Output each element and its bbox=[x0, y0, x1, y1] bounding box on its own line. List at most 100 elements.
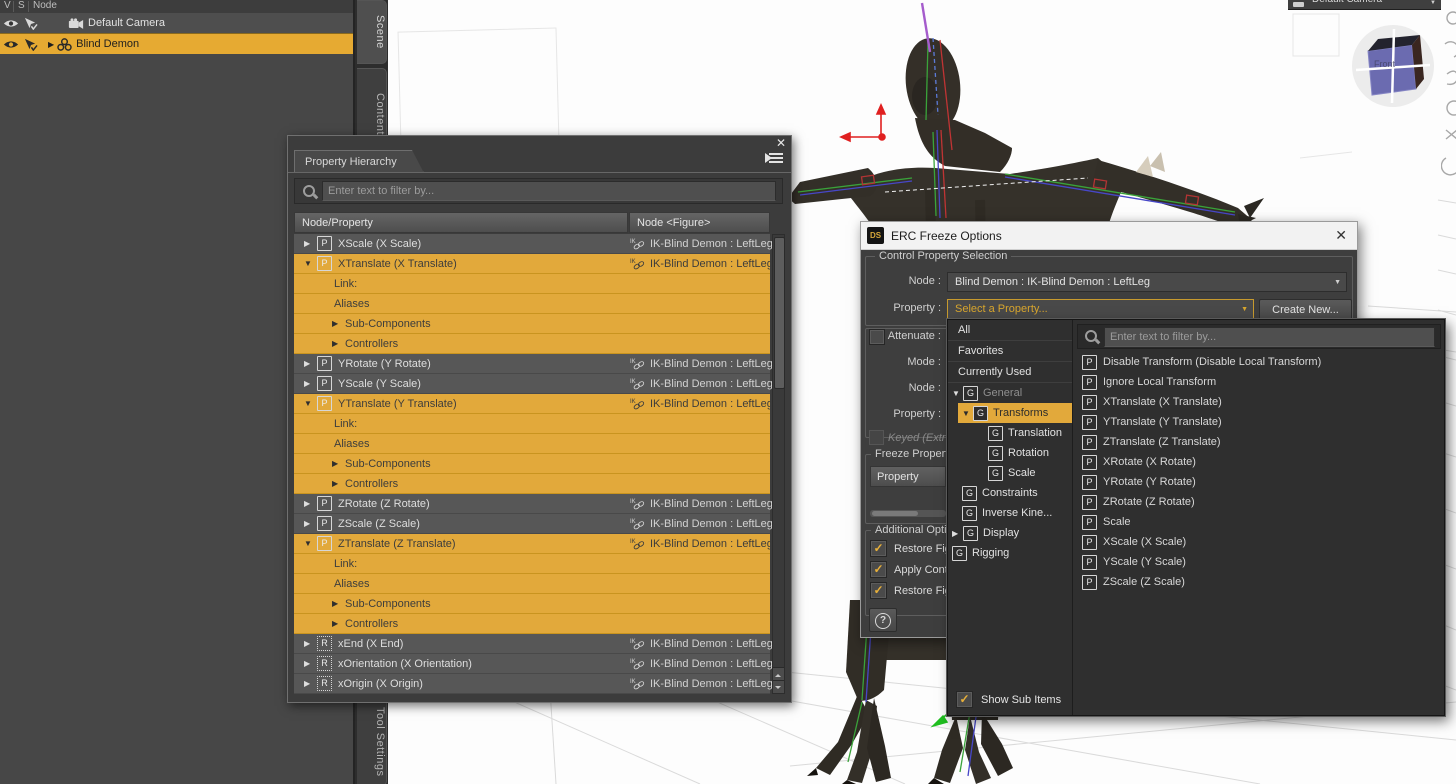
tree-row[interactable]: ▶ Sub-Components IK bbox=[294, 594, 770, 614]
scene-node-default-camera[interactable]: Default Camera bbox=[0, 13, 353, 33]
expander-icon[interactable]: ▶ bbox=[332, 479, 343, 488]
expander-icon[interactable]: ▶ bbox=[332, 619, 343, 628]
show-sub-items-option[interactable]: Show Sub Items bbox=[956, 691, 1061, 708]
property-list-item[interactable]: P XTranslate (X Translate) bbox=[1074, 392, 1446, 412]
close-icon[interactable]: ✕ bbox=[776, 136, 786, 150]
property-list-item[interactable]: P YRotate (Y Rotate) bbox=[1074, 472, 1446, 492]
property-list-item[interactable]: P Disable Transform (Disable Local Trans… bbox=[1074, 352, 1446, 372]
tree-row[interactable]: ▶ P ZScale (Z Scale) IK IK-Blind Demon :… bbox=[294, 514, 773, 534]
filter-input[interactable] bbox=[1104, 326, 1435, 347]
category-item[interactable]: G Rigging bbox=[948, 543, 1072, 563]
tree-row[interactable]: ▶ P XScale (X Scale) IK IK-Blind Demon :… bbox=[294, 234, 773, 254]
tree-row[interactable]: ▶ P ZRotate (Z Rotate) IK IK-Blind Demon… bbox=[294, 494, 773, 514]
scroll-down-button[interactable] bbox=[773, 680, 784, 693]
tree-row[interactable]: ▶ Controllers IK bbox=[294, 334, 770, 354]
panel-menu-icon[interactable] bbox=[765, 152, 783, 166]
help-button[interactable]: ? bbox=[869, 608, 897, 632]
expander-icon[interactable]: ▶ bbox=[332, 339, 343, 348]
tree-row[interactable]: ▶ P YRotate (Y Rotate) IK IK-Blind Demon… bbox=[294, 354, 773, 374]
expander-icon[interactable]: ▶ bbox=[304, 359, 315, 368]
category-item[interactable]: G Rotation bbox=[948, 443, 1072, 463]
category-item[interactable]: ▶ G Display bbox=[948, 523, 1072, 543]
pointer-select-icon[interactable] bbox=[23, 17, 38, 30]
expander-icon[interactable]: ▼ bbox=[304, 539, 315, 548]
tree-row[interactable]: Link: IK bbox=[294, 274, 770, 294]
tree-row[interactable]: ▶ R xEnd (X End) IK IK-Blind Demon : Lef… bbox=[294, 634, 773, 654]
scene-node-blind-demon[interactable]: ▶ Blind Demon bbox=[0, 33, 353, 54]
property-list-item[interactable]: P Ignore Local Transform bbox=[1074, 372, 1446, 392]
property-hierarchy-tab[interactable]: Property Hierarchy bbox=[294, 150, 424, 173]
expander-icon[interactable]: ▼ bbox=[952, 389, 963, 398]
property-list-item[interactable]: P XScale (X Scale) bbox=[1074, 532, 1446, 552]
tree-row[interactable]: Link: IK bbox=[294, 414, 770, 434]
tab-scene[interactable]: Scene bbox=[357, 0, 387, 64]
camera-controls-toolbar[interactable] bbox=[1441, 8, 1456, 218]
eye-icon[interactable] bbox=[3, 18, 19, 29]
expander-icon[interactable]: ▶ bbox=[304, 499, 315, 508]
apply-control-option[interactable]: Apply Contr bbox=[870, 561, 951, 578]
checkbox-checked[interactable] bbox=[870, 561, 887, 578]
tree-row[interactable]: ▶ R xOrigin (X Origin) IK IK-Blind Demon… bbox=[294, 674, 773, 694]
tree-row[interactable]: ▶ Controllers IK bbox=[294, 474, 770, 494]
property-list-item[interactable]: P ZRotate (Z Rotate) bbox=[1074, 492, 1446, 512]
tree-row[interactable]: Link: IK bbox=[294, 554, 770, 574]
tree-row[interactable]: ▼ P YTranslate (Y Translate) IK IK-Blind… bbox=[294, 394, 773, 414]
expander-icon[interactable]: ▶ bbox=[304, 659, 315, 668]
restore-figure-option-1[interactable]: Restore Figu bbox=[870, 540, 957, 557]
property-list-item[interactable]: P YTranslate (Y Translate) bbox=[1074, 412, 1446, 432]
tree-row[interactable]: Aliases IK bbox=[294, 294, 770, 314]
category-item[interactable]: Favorites bbox=[948, 341, 1072, 362]
expander-icon[interactable]: ▶ bbox=[332, 459, 343, 468]
freeze-column-header[interactable]: Property bbox=[870, 466, 946, 487]
camera-selector[interactable]: Default Camera ▼ bbox=[1288, 0, 1441, 10]
scroll-up-button[interactable] bbox=[773, 667, 784, 680]
tree-row[interactable]: ▶ Sub-Components IK bbox=[294, 314, 770, 334]
column-header-node-property[interactable]: Node/Property bbox=[294, 212, 628, 233]
checkbox-checked[interactable] bbox=[870, 540, 887, 557]
eye-icon[interactable] bbox=[3, 39, 19, 50]
tree-row[interactable]: ▶ Sub-Components IK bbox=[294, 454, 770, 474]
expander-icon[interactable]: ▼ bbox=[304, 259, 315, 268]
expander-icon[interactable]: ▶ bbox=[304, 239, 315, 248]
tab-tool-settings[interactable]: Tool Settings bbox=[357, 698, 387, 784]
category-item[interactable]: ▼ G General bbox=[948, 383, 1072, 403]
tree-row[interactable]: ▶ Controllers IK bbox=[294, 614, 770, 634]
vertical-scrollbar[interactable] bbox=[772, 234, 785, 694]
property-list-item[interactable]: P Scale bbox=[1074, 512, 1446, 532]
tree-row[interactable]: Aliases IK bbox=[294, 574, 770, 594]
tree-row[interactable]: Aliases IK bbox=[294, 434, 770, 454]
category-item[interactable]: G Scale bbox=[948, 463, 1072, 483]
expander-icon[interactable]: ▶ bbox=[332, 319, 343, 328]
category-item[interactable]: G Inverse Kine... bbox=[948, 503, 1072, 523]
filter-input[interactable] bbox=[322, 181, 776, 201]
expander-icon[interactable]: ▼ bbox=[962, 409, 973, 418]
category-item[interactable]: ▼ G Transforms bbox=[958, 403, 1072, 423]
property-list-item[interactable]: P YScale (Y Scale) bbox=[1074, 552, 1446, 572]
dialog-titlebar[interactable]: DS ERC Freeze Options ✕ bbox=[861, 222, 1357, 250]
close-icon[interactable]: ✕ bbox=[1335, 227, 1347, 244]
expander-icon[interactable]: ▶ bbox=[304, 679, 315, 688]
property-list-item[interactable]: P ZTranslate (Z Translate) bbox=[1074, 432, 1446, 452]
view-cube[interactable]: Front bbox=[1352, 25, 1434, 107]
expander-icon[interactable]: ▶ bbox=[952, 529, 963, 538]
expander-icon[interactable]: ▶ bbox=[304, 519, 315, 528]
column-header-node-figure[interactable]: Node <Figure> bbox=[629, 212, 770, 233]
category-item[interactable]: Currently Used bbox=[948, 362, 1072, 383]
category-item[interactable]: G Translation bbox=[948, 423, 1072, 443]
expander-icon[interactable]: ▶ bbox=[304, 639, 315, 648]
checkbox-checked[interactable] bbox=[956, 691, 973, 708]
restore-figure-option-2[interactable]: Restore Figu bbox=[870, 582, 957, 599]
node-combo[interactable]: Blind Demon : IK-Blind Demon : LeftLeg bbox=[947, 272, 1347, 292]
horizontal-scrollbar[interactable] bbox=[870, 510, 946, 517]
property-list-item[interactable]: P XRotate (X Rotate) bbox=[1074, 452, 1446, 472]
tree-row[interactable]: ▼ P XTranslate (X Translate) IK IK-Blind… bbox=[294, 254, 773, 274]
expander-icon[interactable]: ▶ bbox=[332, 599, 343, 608]
category-item[interactable]: All bbox=[948, 320, 1072, 341]
expander-icon[interactable]: ▶ bbox=[304, 379, 315, 388]
expander-icon[interactable]: ▼ bbox=[304, 399, 315, 408]
pointer-select-icon[interactable] bbox=[23, 38, 38, 51]
category-item[interactable]: G Constraints bbox=[948, 483, 1072, 503]
expander-icon[interactable]: ▶ bbox=[48, 40, 54, 49]
scrollbar-thumb[interactable] bbox=[774, 237, 785, 389]
property-list-item[interactable]: P ZScale (Z Scale) bbox=[1074, 572, 1446, 592]
